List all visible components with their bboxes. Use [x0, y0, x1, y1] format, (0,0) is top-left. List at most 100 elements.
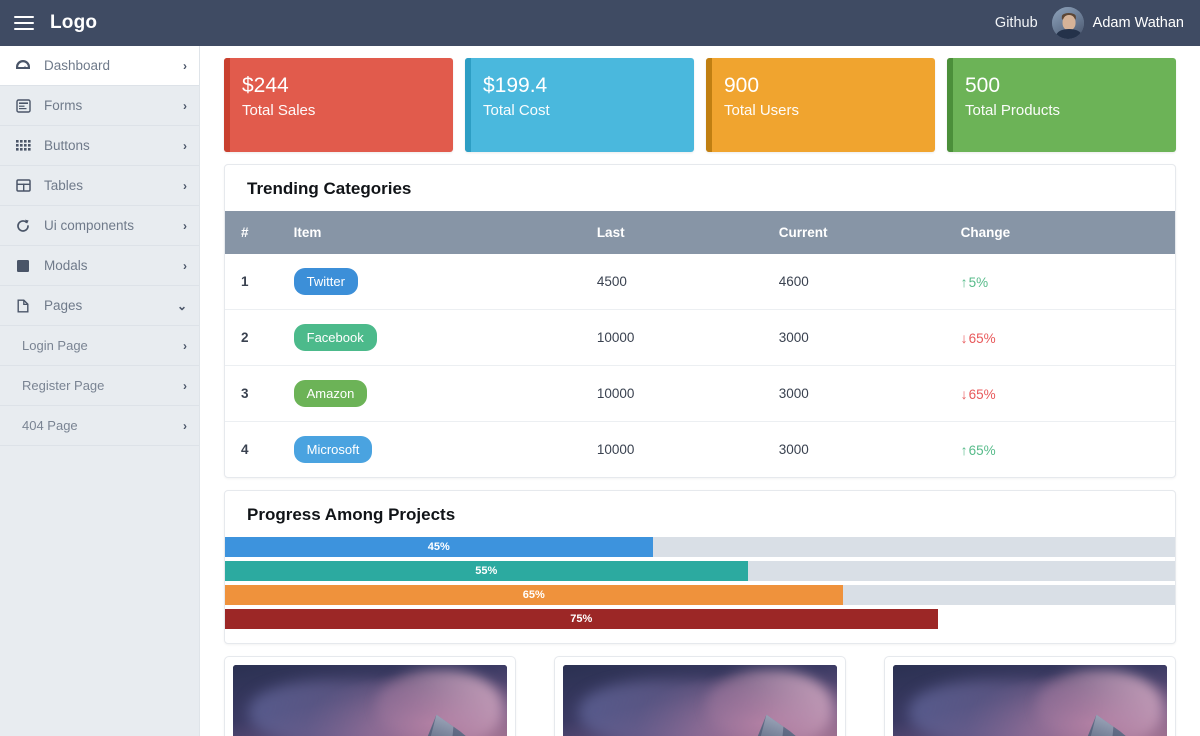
avatar [1051, 7, 1084, 39]
row-current-value: 3000 [770, 365, 953, 422]
modals-icon [14, 258, 32, 274]
sidebar-item-forms[interactable]: Forms › [0, 86, 199, 126]
progress-label: 45% [427, 541, 450, 553]
chevron-right-icon[interactable]: › [183, 220, 187, 232]
navbar-right-group: Github Adam Wathan [995, 7, 1200, 39]
sidebar-subitem-404-page[interactable]: 404 Page › [0, 406, 199, 446]
progress-track: 45% [225, 537, 1175, 557]
user-menu[interactable]: Adam Wathan [1051, 7, 1184, 39]
progress-track: 55% [225, 561, 1175, 581]
progress-bar-list: 45% 55% 65% 75% [225, 537, 1175, 629]
user-name: Adam Wathan [1092, 15, 1184, 31]
gallery-image [563, 665, 837, 736]
row-number: 4 [241, 442, 249, 457]
progress-track: 75% [225, 609, 1175, 629]
stat-card-accent [224, 58, 230, 152]
sidebar-item-pages[interactable]: Pages ⌄ [0, 286, 199, 326]
chevron-right-icon[interactable]: › [183, 60, 187, 72]
change-value: 65% [968, 442, 996, 458]
chevron-right-icon[interactable]: › [183, 260, 187, 272]
column-header-number[interactable]: # [225, 211, 286, 254]
progress-fill[interactable]: 65% [225, 585, 843, 605]
stat-card-total-sales[interactable]: $244 Total Sales [224, 58, 453, 152]
gallery-card[interactable] [884, 656, 1176, 736]
progress-label: 55% [475, 565, 498, 577]
sidebar-subitem-label: Register Page [22, 378, 105, 393]
stat-card-total-cost[interactable]: $199.4 Total Cost [465, 58, 694, 152]
column-header-change[interactable]: Change [952, 211, 1175, 254]
change-indicator: ↓65% [961, 386, 996, 402]
sidebar-item-label: Dashboard [44, 58, 111, 73]
stat-card-value: $244 [242, 74, 289, 97]
chevron-down-icon[interactable]: ⌄ [177, 300, 187, 312]
table-row: 4 Microsoft 10000 3000 ↑65% [225, 422, 1175, 478]
row-number: 1 [225, 254, 286, 310]
sidebar-subitem-register-page[interactable]: Register Page › [0, 366, 199, 406]
progress-fill[interactable]: 55% [225, 561, 748, 581]
sidebar-subitem-login-page[interactable]: Login Page › [0, 326, 199, 366]
stat-card-total-users[interactable]: 900 Total Users [706, 58, 935, 152]
chevron-right-icon[interactable]: › [183, 340, 187, 352]
row-item-cell: Facebook [285, 309, 589, 366]
dashboard-icon [14, 58, 32, 74]
sidebar-item-modals[interactable]: Modals › [0, 246, 199, 286]
sidebar-item-label: Ui components [44, 218, 135, 233]
gallery-row [224, 656, 1176, 736]
item-badge[interactable]: Twitter [293, 268, 358, 295]
chevron-right-icon[interactable]: › [183, 100, 187, 112]
chevron-right-icon[interactable]: › [183, 140, 187, 152]
stat-card-value: $199.4 [483, 74, 548, 97]
stat-card-label: Total Products [965, 102, 1061, 120]
sidebar-item-label: Pages [44, 298, 83, 313]
sidebar-item-ui-components[interactable]: Ui components › [0, 206, 199, 246]
row-last-value: 10000 [588, 365, 771, 422]
stat-card-total-products[interactable]: 500 Total Products [947, 58, 1176, 152]
sidebar-subitem-label: 404 Page [22, 418, 78, 433]
progress-track: 65% [225, 585, 1175, 605]
item-badge[interactable]: Microsoft [293, 436, 373, 463]
stat-card-value: 900 [724, 74, 760, 97]
row-change-cell: ↑5% [952, 254, 1175, 310]
chevron-right-icon[interactable]: › [183, 420, 187, 432]
row-number: 2 [225, 309, 286, 366]
row-number: 3 [225, 365, 286, 422]
change-indicator: ↑5% [961, 274, 989, 290]
sidebar-item-tables[interactable]: Tables › [0, 166, 199, 206]
table-header-row: # Item Last Current Change [225, 211, 1175, 254]
item-badge[interactable]: Facebook [293, 324, 377, 351]
row-current-value: 4600 [770, 254, 953, 310]
column-header-item[interactable]: Item [285, 211, 589, 254]
gallery-card[interactable] [554, 656, 846, 736]
row-change-cell: ↓65% [952, 365, 1175, 422]
row-current-value: 3000 [778, 442, 809, 457]
row-item-cell: Amazon [285, 365, 589, 422]
progress-fill[interactable]: 45% [225, 537, 653, 557]
change-indicator: ↓65% [961, 330, 996, 346]
top-navbar: Logo Github Adam Wathan [0, 0, 1200, 46]
trending-categories-panel: Trending Categories # Item Last Current … [224, 164, 1176, 478]
sidebar: Dashboard › Forms › Buttons › Tables › Ui compon… [0, 46, 200, 736]
sidebar-item-label: Buttons [44, 138, 90, 153]
hamburger-icon[interactable] [14, 15, 34, 31]
github-link[interactable]: Github [995, 15, 1038, 31]
row-last-value: 10000 [596, 442, 635, 457]
brand-logo[interactable]: Logo [50, 12, 97, 34]
chevron-right-icon[interactable]: › [183, 180, 187, 192]
progress-fill[interactable]: 75% [225, 609, 938, 629]
sidebar-item-dashboard[interactable]: Dashboard › [0, 46, 199, 86]
stat-card-accent [465, 58, 471, 152]
ui-components-icon [14, 218, 32, 234]
column-header-last[interactable]: Last [588, 211, 771, 254]
sidebar-subitem-label: Login Page [22, 338, 88, 353]
gallery-card[interactable] [224, 656, 516, 736]
chevron-right-icon[interactable]: › [183, 380, 187, 392]
item-badge[interactable]: Amazon [293, 380, 368, 407]
sidebar-item-buttons[interactable]: Buttons › [0, 126, 199, 166]
trending-title: Trending Categories [247, 179, 412, 198]
tables-icon [14, 178, 32, 194]
pages-icon [14, 298, 32, 314]
change-value: 65% [968, 386, 996, 402]
stat-card-accent [947, 58, 953, 152]
row-item-cell: Twitter [285, 254, 589, 310]
column-header-current[interactable]: Current [770, 211, 953, 254]
